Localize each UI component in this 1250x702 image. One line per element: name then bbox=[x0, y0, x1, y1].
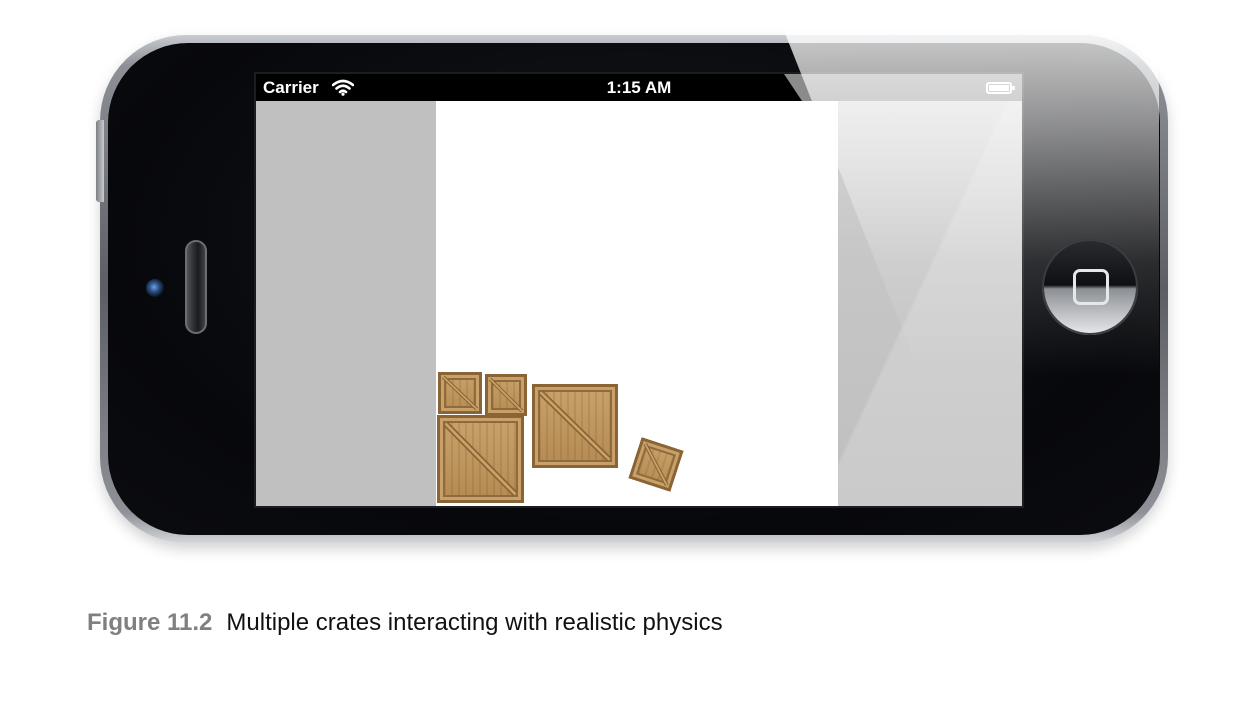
camera-icon bbox=[146, 279, 164, 297]
screen-glare bbox=[838, 101, 1022, 506]
speaker-icon bbox=[185, 240, 207, 334]
crate-3[interactable] bbox=[532, 384, 618, 468]
crate-2[interactable] bbox=[485, 374, 527, 416]
crate-4[interactable] bbox=[437, 415, 524, 503]
crate-1[interactable] bbox=[438, 372, 482, 414]
figure-caption: Figure 11.2 Multiple crates interacting w… bbox=[87, 609, 723, 637]
home-square-icon bbox=[1073, 269, 1109, 305]
app-area bbox=[256, 101, 1022, 506]
home-button-icon[interactable] bbox=[1042, 239, 1138, 335]
figure-label: Figure 11.2 bbox=[87, 609, 213, 636]
figure-text: Multiple crates interacting with realist… bbox=[226, 609, 723, 636]
battery-level bbox=[989, 85, 1009, 91]
status-time: 1:15 AM bbox=[606, 78, 672, 97]
crate-5[interactable] bbox=[628, 437, 684, 492]
side-button bbox=[96, 120, 104, 202]
physics-scene[interactable] bbox=[436, 101, 838, 506]
status-bar: Carrier 1:15 AM bbox=[256, 74, 1022, 101]
battery-full-icon bbox=[986, 82, 1015, 94]
device-screen: Carrier 1:15 AM bbox=[254, 72, 1024, 508]
